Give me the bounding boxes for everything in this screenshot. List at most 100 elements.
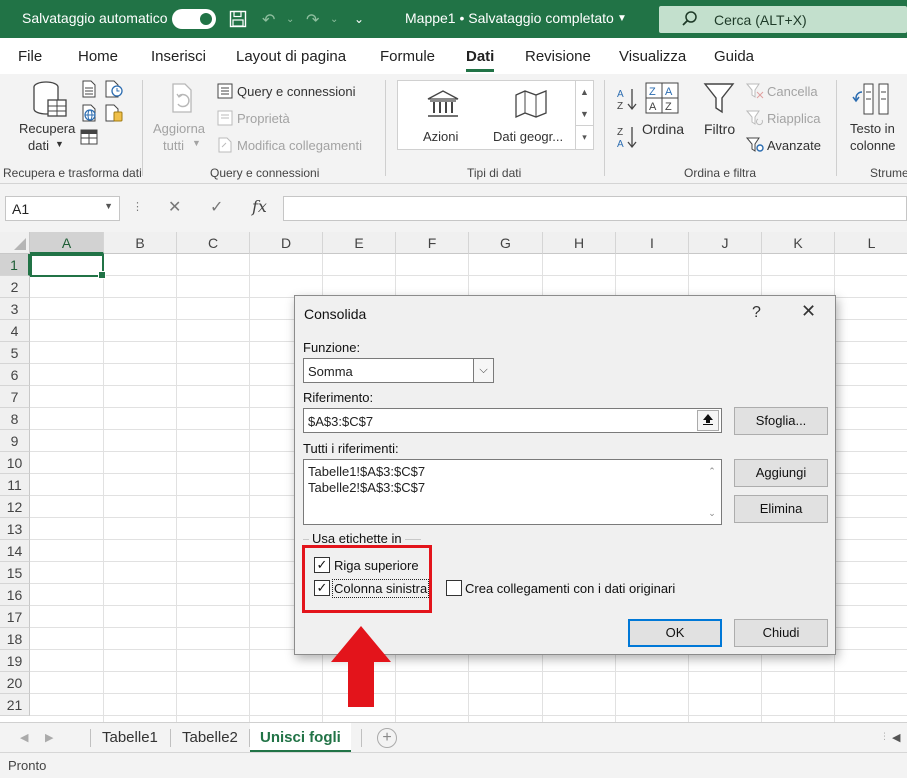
more-options-icon[interactable]: ⋮ [132,200,143,213]
scroll-up-icon[interactable]: ⌃ [703,460,721,482]
sort-za-icon[interactable]: ZA [616,124,638,153]
document-title[interactable]: Mappe1 • Salvataggio completato [405,10,614,26]
row-header-12[interactable]: 12 [0,496,30,518]
tab-data[interactable]: Dati [466,48,495,72]
function-select[interactable]: Somma ⌵ [303,358,494,383]
column-header-a[interactable]: A [30,232,104,254]
list-item[interactable]: Tabelle1!$A$3:$C$7 [308,464,717,480]
reference-input[interactable]: $A$3:$C$7 [303,408,722,433]
from-table-icon[interactable] [80,128,98,149]
filter-label[interactable]: Filtro [704,121,735,137]
close-button[interactable]: Chiudi [734,619,828,647]
row-header-5[interactable]: 5 [0,342,30,364]
save-icon[interactable] [229,10,247,33]
row-header-11[interactable]: 11 [0,474,30,496]
tab-help[interactable]: Guida [714,48,754,65]
column-header-d[interactable]: D [250,232,323,254]
undo-icon[interactable]: ↶ [262,10,275,30]
geography-icon[interactable] [514,89,548,122]
search-box[interactable]: Cerca (ALT+X) [659,6,907,33]
sheet-tab-unisci-fogli[interactable]: Unisci fogli [250,723,351,753]
text-to-columns-label-2[interactable]: colonne [850,138,896,153]
scroll-down-icon[interactable]: ⌄ [703,502,721,524]
active-cell-a1[interactable] [30,254,106,279]
tab-insert[interactable]: Inserisci [151,48,206,65]
list-scrollbar[interactable]: ⌃ ⌄ [703,460,721,524]
from-web-icon[interactable] [80,104,98,125]
all-references-list[interactable]: Tabelle1!$A$3:$C$7 Tabelle2!$A$3:$C$7 ⌃ … [303,459,722,525]
row-header-15[interactable]: 15 [0,562,30,584]
existing-connections-icon[interactable] [104,104,124,125]
tab-formulas[interactable]: Formule [380,48,435,65]
row-header-14[interactable]: 14 [0,540,30,562]
queries-connections-label[interactable]: Query e connessioni [237,84,356,99]
sort-label[interactable]: Ordina [642,121,684,137]
get-data-dropdown-icon[interactable]: ▼ [55,139,64,149]
text-to-columns-label-1[interactable]: Testo in [850,121,895,136]
row-header-19[interactable]: 19 [0,650,30,672]
cancel-icon[interactable]: ✕ [168,197,181,217]
chevron-down-icon[interactable]: ⌵ [473,359,493,382]
advanced-filter-icon[interactable] [745,137,764,156]
name-box[interactable]: A1 ▼ [5,196,120,221]
row-header-8[interactable]: 8 [0,408,30,430]
gallery-more-icon[interactable]: ▾ [576,125,593,147]
row-header-20[interactable]: 20 [0,672,30,694]
column-header-e[interactable]: E [323,232,396,254]
row-header-16[interactable]: 16 [0,584,30,606]
ok-button[interactable]: OK [628,619,722,647]
create-links-checkbox[interactable] [446,580,462,596]
sheet-tab-tabelle2[interactable]: Tabelle2 [182,729,238,746]
column-header-j[interactable]: J [689,232,762,254]
row-header-13[interactable]: 13 [0,518,30,540]
column-header-b[interactable]: B [104,232,177,254]
column-header-g[interactable]: G [469,232,543,254]
column-header-i[interactable]: I [616,232,689,254]
row-header-9[interactable]: 9 [0,430,30,452]
row-header-17[interactable]: 17 [0,606,30,628]
hscroll-more-icon[interactable]: ⋮ [880,731,889,742]
tab-file[interactable]: File [18,48,42,65]
get-data-label-1[interactable]: Recupera [19,121,75,136]
list-item[interactable]: Tabelle2!$A$3:$C$7 [308,480,717,496]
tab-view[interactable]: Visualizza [619,48,686,65]
row-header-1[interactable]: 1 [0,254,30,276]
create-links-label[interactable]: Crea collegamenti con i dati originari [465,581,675,596]
filter-icon[interactable] [703,82,735,119]
get-data-icon[interactable] [30,80,68,123]
text-to-columns-icon[interactable] [852,82,892,119]
autosave-toggle[interactable] [172,9,216,29]
undo-dropdown-icon[interactable]: ⌄ [286,14,294,25]
sheet-tab-tabelle1[interactable]: Tabelle1 [102,729,158,746]
gallery-scroll[interactable]: ▲ ▼ ▾ [575,81,593,149]
name-box-dropdown-icon[interactable]: ▼ [104,201,113,211]
close-icon[interactable]: ✕ [801,301,816,322]
enter-icon[interactable]: ✓ [210,197,223,217]
row-header-21[interactable]: 21 [0,694,30,716]
insert-function-icon[interactable]: fx [252,197,267,216]
next-sheet-icon[interactable]: ▶ [45,731,53,744]
from-text-icon[interactable] [80,80,98,101]
row-header-7[interactable]: 7 [0,386,30,408]
advanced-filter-label[interactable]: Avanzate [767,138,821,153]
tab-page-layout[interactable]: Layout di pagina [236,48,346,65]
add-sheet-icon[interactable]: + [377,728,397,748]
title-dropdown-icon[interactable]: ▼ [617,13,627,24]
column-header-h[interactable]: H [543,232,616,254]
delete-button[interactable]: Elimina [734,495,828,523]
collapse-dialog-icon[interactable] [697,410,719,431]
sort-icon[interactable]: ZAAZ [645,82,679,117]
help-icon[interactable]: ? [752,304,761,322]
sort-az-icon[interactable]: AZ [616,86,638,115]
gallery-down-icon[interactable]: ▼ [576,103,593,125]
row-header-2[interactable]: 2 [0,276,30,298]
row-header-6[interactable]: 6 [0,364,30,386]
add-button[interactable]: Aggiungi [734,459,828,487]
column-header-c[interactable]: C [177,232,250,254]
hscroll-left-icon[interactable]: ◀ [892,731,900,744]
prev-sheet-icon[interactable]: ◀ [20,731,28,744]
redo-dropdown-icon[interactable]: ⌄ [330,14,338,25]
row-header-18[interactable]: 18 [0,628,30,650]
tab-home[interactable]: Home [78,48,118,65]
row-header-3[interactable]: 3 [0,298,30,320]
